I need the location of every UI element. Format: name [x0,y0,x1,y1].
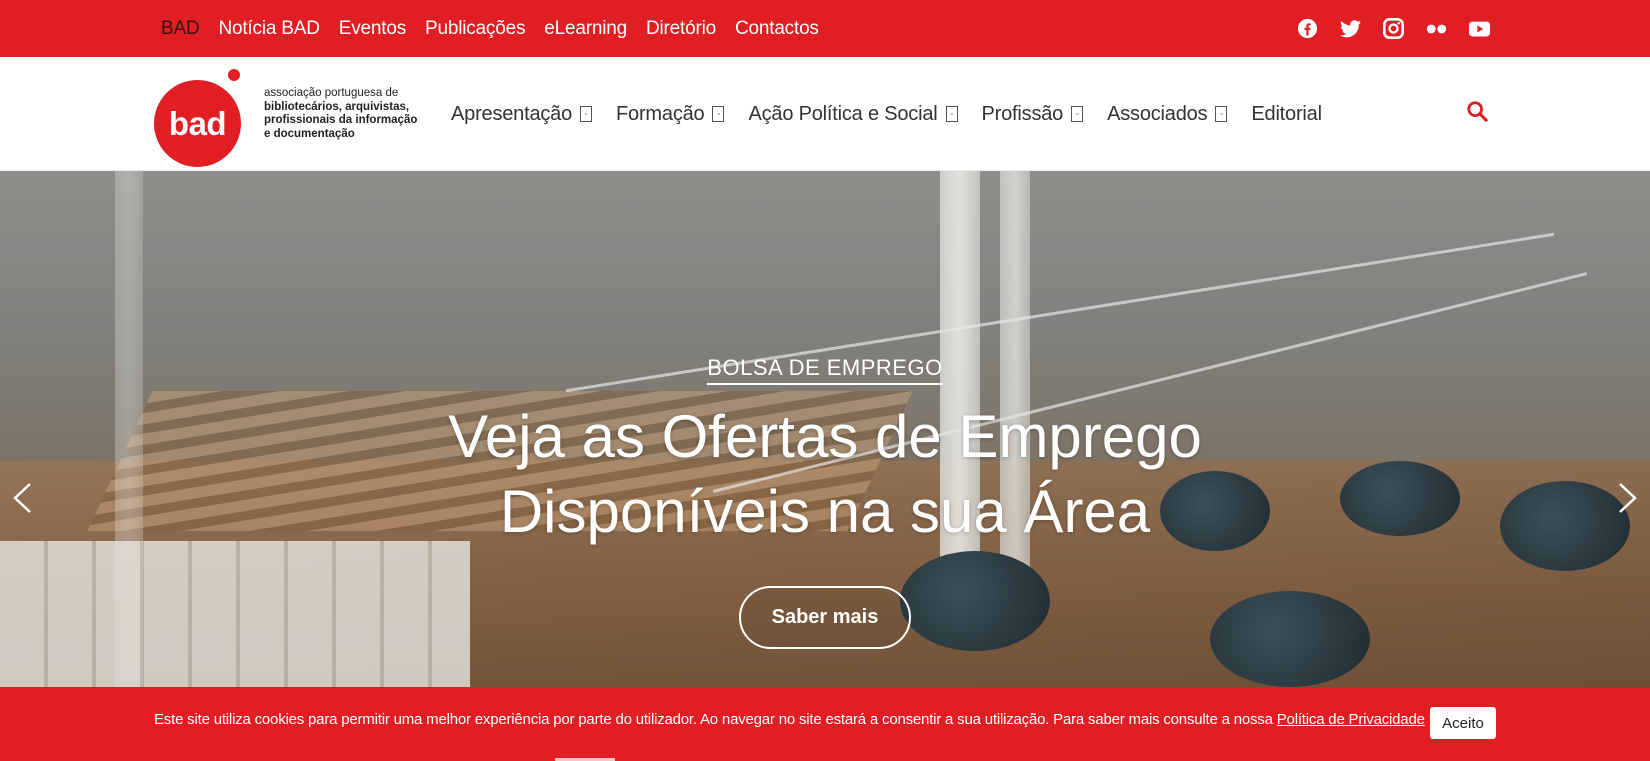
top-nav-bad[interactable]: BAD [161,18,200,40]
nav-item-editorial[interactable]: Editorial [1251,102,1322,126]
dropdown-caret-icon: ▫ [580,106,593,122]
top-nav-diretorio[interactable]: Diretório [646,18,716,40]
nav-item-acao-politica-social[interactable]: Ação Política e Social ▫ [748,102,958,126]
logo-dot [228,69,240,81]
dropdown-caret-icon: ▫ [1071,106,1084,122]
nav-label: Profissão [981,102,1064,125]
cookie-text: Este site utiliza cookies para permitir … [154,710,1273,728]
site-header: bad associação portuguesa de bibliotecár… [0,57,1650,171]
top-nav-noticia-bad[interactable]: Notícia BAD [218,18,319,40]
hero-kicker-label: BOLSA DE EMPREGO [707,355,943,385]
top-nav-eventos[interactable]: Eventos [339,18,406,40]
slider-prev-arrow-icon[interactable] [10,481,34,515]
nav-item-apresentacao[interactable]: Apresentação ▫ [451,102,593,126]
twitter-icon[interactable] [1340,18,1361,39]
tagline-line-2: bibliotecários, arquivistas, [264,100,410,113]
tagline-line-1: associação portuguesa de [264,87,399,99]
search-icon[interactable] [1466,100,1488,122]
nav-item-associados[interactable]: Associados ▫ [1107,102,1228,126]
top-bar: BAD Notícia BAD Eventos Publicações eLea… [0,0,1650,57]
top-nav-publicacoes[interactable]: Publicações [425,18,525,40]
instagram-icon[interactable] [1383,18,1404,39]
cookie-banner: Este site utiliza cookies para permitir … [0,687,1650,761]
logo-circle: bad [154,80,241,167]
cookie-message: Este site utiliza cookies para permitir … [154,687,1425,751]
nav-item-profissao[interactable]: Profissão ▫ [982,103,1084,126]
dropdown-caret-icon: ▫ [1215,106,1228,122]
hero-headline: Veja as Ofertas de Emprego Disponíveis n… [0,399,1650,549]
hero-headline-line-1: Veja as Ofertas de Emprego [448,403,1202,470]
logo-tagline: associação portuguesa de bibliotecários,… [264,87,444,141]
nav-item-formacao[interactable]: Formação ▫ [616,102,725,126]
nav-label: Associados [1107,102,1208,125]
hero-slider: BOLSA DE EMPREGO Veja as Ofertas de Empr… [0,171,1650,687]
nav-label: Apresentação [451,102,573,125]
slider-next-arrow-icon[interactable] [1616,481,1640,515]
nav-label: Formação [616,102,705,125]
tagline-line-3: profissionais da informação [264,114,418,126]
youtube-icon[interactable] [1469,18,1490,39]
dropdown-caret-icon: ▫ [712,106,725,122]
flickr-icon[interactable] [1426,18,1447,39]
saber-mais-button[interactable]: Saber mais [739,586,911,649]
main-nav: Apresentação ▫ Formação ▫ Ação Política … [451,57,1322,171]
dropdown-caret-icon: ▫ [945,106,958,122]
hero-headline-line-2: Disponíveis na sua Área [499,478,1151,545]
top-nav-contactos[interactable]: Contactos [735,18,819,40]
social-links [1297,0,1490,57]
nav-label: Ação Política e Social [748,102,938,125]
top-nav: BAD Notícia BAD Eventos Publicações eLea… [161,0,819,57]
hero-content: BOLSA DE EMPREGO Veja as Ofertas de Empr… [0,171,1650,687]
facebook-icon[interactable] [1297,18,1318,39]
bad-logo[interactable]: bad [154,67,244,167]
hero-kicker[interactable]: BOLSA DE EMPREGO [0,355,1650,385]
privacy-policy-link[interactable]: Política de Privacidade [1277,711,1425,728]
accept-cookies-button[interactable]: Aceito [1430,707,1496,739]
tagline-line-4: e documentação [264,127,355,140]
top-nav-elearning[interactable]: eLearning [544,18,627,40]
nav-label: Editorial [1251,102,1322,125]
